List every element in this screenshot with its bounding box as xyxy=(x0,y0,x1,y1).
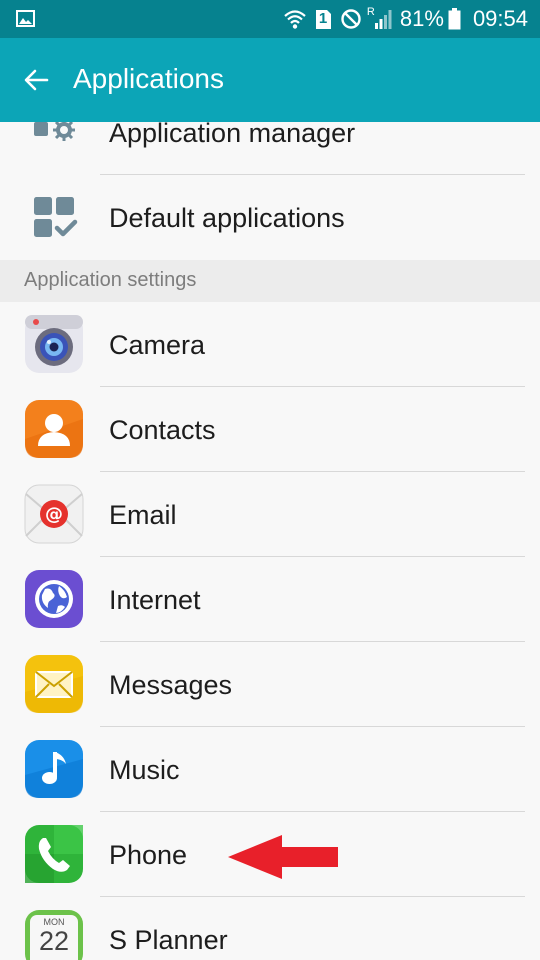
sim-icon: 1 xyxy=(315,9,332,30)
contacts-icon xyxy=(25,400,83,458)
gallery-notification-icon xyxy=(16,10,35,27)
list-item-label: Contacts xyxy=(109,415,216,445)
calendar-date: 22 xyxy=(38,926,70,956)
battery-icon xyxy=(448,8,461,30)
camera-icon xyxy=(25,315,83,373)
back-button[interactable] xyxy=(14,58,58,102)
list-item-label: Music xyxy=(109,755,180,785)
sim-number: 1 xyxy=(318,9,328,27)
list-item-label: S Planner xyxy=(109,925,228,955)
do-not-disturb-icon xyxy=(341,9,361,29)
section-header: Application settings xyxy=(0,260,540,302)
default-applications-icon xyxy=(34,197,78,237)
internet-icon xyxy=(25,570,83,628)
application-manager-icon xyxy=(34,122,75,141)
list-item-label: Application manager xyxy=(109,122,356,148)
clock: 09:54 xyxy=(472,6,528,31)
list-item-internet[interactable]: Internet xyxy=(0,557,540,642)
list-item-label: Internet xyxy=(109,585,201,615)
status-bar: 1 R 81% 09:54 xyxy=(0,0,540,38)
list-item-s-planner[interactable]: MON 22 S Planner xyxy=(0,897,540,960)
list-item-label: Messages xyxy=(109,670,233,700)
status-icons: 1 R 81% 09:54 xyxy=(277,0,528,38)
music-icon xyxy=(25,740,83,798)
s-planner-icon: MON 22 xyxy=(24,909,84,960)
action-bar: Applications xyxy=(0,38,540,122)
wifi-icon xyxy=(284,10,306,29)
annotation-arrow xyxy=(228,835,338,879)
back-arrow-icon xyxy=(24,69,49,91)
list-item-messages[interactable]: Messages xyxy=(0,642,540,727)
phone-icon xyxy=(25,825,83,883)
list-item-email[interactable]: @ Email xyxy=(0,472,540,557)
section-header-label: Application settings xyxy=(24,269,197,291)
list-item-label: Phone xyxy=(109,840,188,870)
signal-icon: R xyxy=(366,6,392,31)
list-item-label: Camera xyxy=(109,330,206,360)
list-item-label: Email xyxy=(109,500,177,530)
messages-icon xyxy=(25,655,83,713)
list-item-default-applications[interactable]: Default applications xyxy=(0,175,540,260)
list-item-music[interactable]: Music xyxy=(0,727,540,812)
list-item-application-manager[interactable]: Application manager xyxy=(0,122,540,175)
list-item-contacts[interactable]: Contacts xyxy=(0,387,540,472)
svg-text:@: @ xyxy=(45,504,63,525)
battery-percent: 81% xyxy=(399,6,444,31)
email-icon: @ xyxy=(24,484,84,544)
list-item-camera[interactable]: Camera xyxy=(0,302,540,387)
list-item-label: Default applications xyxy=(109,203,345,233)
page-title: Applications xyxy=(73,63,224,94)
